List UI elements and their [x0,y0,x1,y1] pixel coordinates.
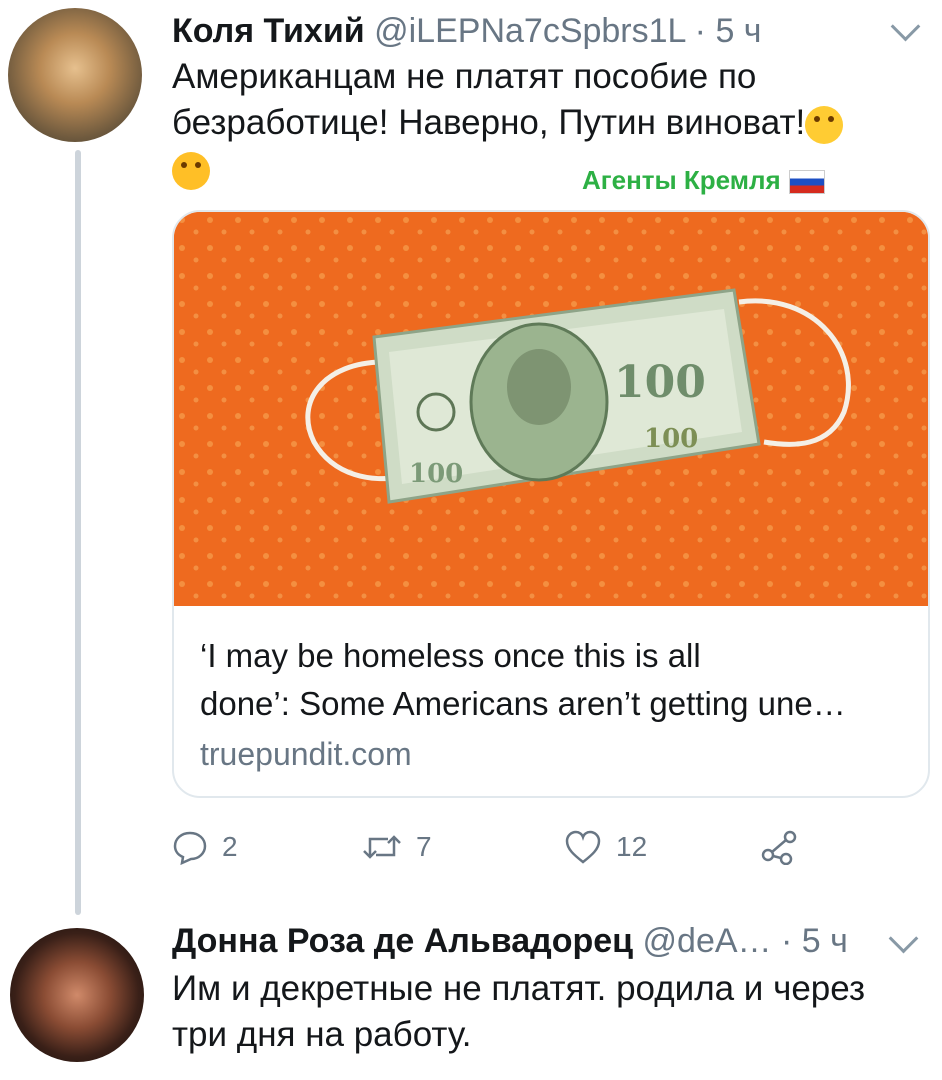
timestamp[interactable]: 5 ч [802,922,848,960]
chevron-down-icon[interactable] [888,923,919,954]
avatar[interactable] [10,928,144,1062]
heart-icon [565,830,601,864]
tweet-text-line: Американцам не платят пособие по [172,57,757,96]
tweet-text: Им и декретные не платят. родила и через… [172,966,865,1058]
share-icon [761,830,797,865]
separator: · [781,922,793,960]
author-handle[interactable]: @deA… [643,922,772,960]
badge-label[interactable]: Агенты Кремля [582,165,825,196]
svg-text:100: 100 [614,357,706,408]
reply-count: 2 [222,831,238,862]
retweet-button[interactable]: 7 [362,822,432,872]
like-button[interactable]: 12 [564,822,647,872]
reply-icon [173,831,207,865]
tweet-text-line: три дня на работу. [172,1015,472,1054]
author-name[interactable]: Коля Тихий [172,12,365,50]
money-mask-illustration: 100 100 100 [174,212,928,606]
svg-text:100: 100 [644,424,698,454]
link-card[interactable]: 100 100 100 ‘I may be homeless once this… [172,210,930,798]
card-title[interactable]: ‘I may be homeless once this is all done… [200,632,910,728]
avatar[interactable] [8,8,142,142]
winking-face-icon [805,105,844,144]
author-handle[interactable]: @iLEPNa7cSpbrs1L [374,12,685,50]
author-name[interactable]: Донна Роза де Альвадорец [172,922,633,960]
tweet-actions: 2 7 12 [172,822,872,872]
like-count: 12 [616,831,648,862]
russia-flag-icon [788,170,825,195]
chevron-down-icon[interactable] [890,11,921,42]
tweet-header: Коля Тихий @iLEPNa7cSpbrs1L · 5 ч [172,12,762,51]
card-domain[interactable]: truepundit.com [200,736,412,773]
badge-text: Агенты Кремля [582,165,781,195]
timestamp[interactable]: 5 ч [715,12,761,50]
tweet-text-line: Им и декретные не платят. родила и через [172,969,865,1008]
tweet-text-line: безработице! Наверно, Путин виноват! [172,100,844,146]
tweet-text-line-content: безработице! Наверно, Путин виноват! [172,103,806,142]
separator: · [694,12,706,50]
svg-text:100: 100 [409,459,463,489]
card-title-line: ‘I may be homeless once this is all [200,637,701,674]
rolling-laughing-face-icon [172,151,210,190]
tweet-header: Донна Роза де Альвадорец @deA… · 5 ч [172,922,848,961]
card-title-line: done’: Some Americans aren’t getting une… [200,685,846,722]
retweet-icon [363,835,401,859]
retweet-count: 7 [416,831,432,862]
thread-line [75,150,81,915]
card-image[interactable]: 100 100 100 [174,212,928,606]
share-button[interactable] [760,822,798,872]
reply-button[interactable]: 2 [172,822,238,872]
